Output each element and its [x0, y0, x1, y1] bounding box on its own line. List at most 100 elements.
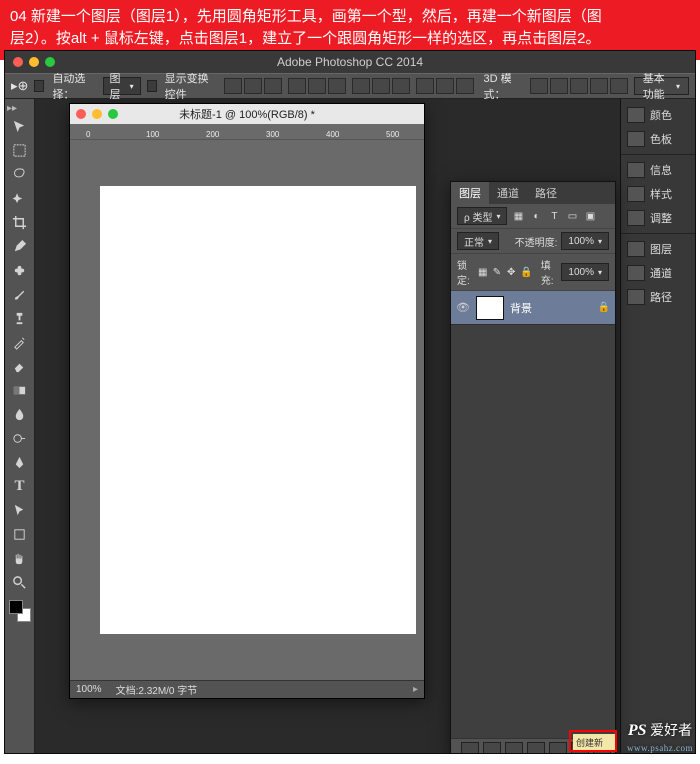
layer-mask-icon[interactable]: [505, 742, 523, 754]
orbit-icon[interactable]: [530, 78, 548, 94]
new-group-icon[interactable]: [549, 742, 567, 754]
fill-value[interactable]: 100%▾: [561, 263, 609, 281]
stamp-tool[interactable]: [8, 307, 32, 329]
foreground-color-icon[interactable]: [9, 600, 23, 614]
wm-url: www.psahz.com: [627, 743, 693, 753]
lock-pixels-icon[interactable]: ✎: [492, 265, 502, 279]
filter-adjust-icon[interactable]: ◐: [529, 209, 543, 223]
show-transform-check[interactable]: [147, 80, 157, 92]
dist-top-icon[interactable]: [352, 78, 370, 94]
dock-layers[interactable]: 图层: [621, 237, 695, 261]
new-adjustment-icon[interactable]: [527, 742, 545, 754]
align-top-icon[interactable]: [224, 78, 242, 94]
move-tool-icon: ▸⊕: [11, 78, 28, 94]
hand-tool[interactable]: [8, 547, 32, 569]
lock-all-icon[interactable]: 🔒: [520, 265, 532, 279]
tab-paths[interactable]: 路径: [527, 182, 565, 204]
dock-swatches[interactable]: 色板: [621, 127, 695, 151]
toolbox: ▸▸ T: [5, 99, 35, 753]
path-select-tool[interactable]: [8, 499, 32, 521]
align-hcenter-icon[interactable]: [308, 78, 326, 94]
canvas[interactable]: [100, 186, 416, 634]
slide-icon[interactable]: [590, 78, 608, 94]
blur-tool[interactable]: [8, 403, 32, 425]
dist-left-icon[interactable]: [416, 78, 434, 94]
toolbox-handle[interactable]: ▸▸: [5, 103, 17, 114]
blend-mode-dropdown[interactable]: 正常 ▾: [457, 232, 499, 250]
brush-tool[interactable]: [8, 283, 32, 305]
close-icon[interactable]: [13, 57, 23, 67]
swatches-icon: [627, 131, 645, 147]
zoom-value[interactable]: 100%: [76, 684, 102, 695]
doc-min-icon[interactable]: [92, 109, 102, 119]
opacity-value[interactable]: 100%▾: [561, 232, 609, 250]
layer-thumb[interactable]: [476, 296, 504, 320]
type-tool[interactable]: T: [8, 475, 32, 497]
eraser-tool[interactable]: [8, 355, 32, 377]
dist-right-icon[interactable]: [456, 78, 474, 94]
layer-item-background[interactable]: 👁 背景 🔒: [451, 291, 615, 325]
zoom-tool[interactable]: [8, 571, 32, 593]
healing-tool[interactable]: [8, 259, 32, 281]
move-tool[interactable]: [8, 115, 32, 137]
align-bottom-icon[interactable]: [264, 78, 282, 94]
doc-close-icon[interactable]: [76, 109, 86, 119]
titlebar: Adobe Photoshop CC 2014: [5, 51, 695, 73]
tab-layers[interactable]: 图层: [451, 182, 489, 204]
layer-name[interactable]: 背景: [510, 300, 532, 316]
align-left-icon[interactable]: [288, 78, 306, 94]
pan-icon[interactable]: [570, 78, 588, 94]
maximize-icon[interactable]: [45, 57, 55, 67]
tab-channels[interactable]: 通道: [489, 182, 527, 204]
options-bar: ▸⊕ 自动选择： 图层▾ 显示变换控件 3D 模式：: [5, 73, 695, 99]
status-menu-icon[interactable]: ▸: [413, 684, 418, 695]
doc-max-icon[interactable]: [108, 109, 118, 119]
info-icon: [627, 162, 645, 178]
eyedropper-tool[interactable]: [8, 235, 32, 257]
filter-type-icon[interactable]: T: [547, 209, 561, 223]
dock-adjust[interactable]: 调整: [621, 206, 695, 230]
dock-paths[interactable]: 路径: [621, 285, 695, 309]
align-right-icon[interactable]: [328, 78, 346, 94]
dock-info[interactable]: 信息: [621, 158, 695, 182]
filter-smart-icon[interactable]: ▣: [583, 209, 597, 223]
scale-icon[interactable]: [610, 78, 628, 94]
auto-select-dropdown[interactable]: 图层▾: [103, 77, 141, 95]
auto-select-check[interactable]: [34, 80, 44, 92]
dock-channels[interactable]: 通道: [621, 261, 695, 285]
wm-name: 爱好者: [647, 724, 693, 739]
ruler-horizontal[interactable]: 0100200300400500600: [70, 124, 424, 140]
layer-kind-filter[interactable]: ρ 类型 ▾: [457, 207, 507, 225]
traffic-lights: [13, 57, 55, 67]
dock-color[interactable]: 颜色: [621, 103, 695, 127]
wand-tool[interactable]: [8, 187, 32, 209]
color-well[interactable]: [9, 600, 31, 622]
app-window: Adobe Photoshop CC 2014 ▸⊕ 自动选择： 图层▾ 显示变…: [4, 50, 696, 754]
lock-transparency-icon[interactable]: ▦: [478, 265, 488, 279]
dist-hcenter-icon[interactable]: [436, 78, 454, 94]
dodge-tool[interactable]: [8, 427, 32, 449]
gradient-tool[interactable]: [8, 379, 32, 401]
dist-bottom-icon[interactable]: [392, 78, 410, 94]
document-title: 未标题-1 @ 100%(RGB/8) *: [179, 106, 315, 122]
dock-styles[interactable]: 样式: [621, 182, 695, 206]
banner-line2: 层2）。按alt + 鼠标左键，点击图层1，建立了一个跟圆角矩形一样的选区，再点…: [10, 30, 600, 47]
pen-tool[interactable]: [8, 451, 32, 473]
filter-shape-icon[interactable]: ▭: [565, 209, 579, 223]
crop-tool[interactable]: [8, 211, 32, 233]
workspace-switcher[interactable]: 基本功能 ▾: [634, 77, 689, 95]
document-titlebar[interactable]: 未标题-1 @ 100%(RGB/8) *: [70, 104, 424, 124]
history-brush-tool[interactable]: [8, 331, 32, 353]
shape-tool[interactable]: [8, 523, 32, 545]
dist-vcenter-icon[interactable]: [372, 78, 390, 94]
layer-fx-icon[interactable]: [483, 742, 501, 754]
lock-position-icon[interactable]: ✥: [506, 265, 516, 279]
filter-pixel-icon[interactable]: ▦: [511, 209, 525, 223]
lasso-tool[interactable]: [8, 163, 32, 185]
align-vcenter-icon[interactable]: [244, 78, 262, 94]
marquee-tool[interactable]: [8, 139, 32, 161]
link-layers-icon[interactable]: [461, 742, 479, 754]
minimize-icon[interactable]: [29, 57, 39, 67]
visibility-icon[interactable]: 👁: [456, 301, 470, 314]
roll-icon[interactable]: [550, 78, 568, 94]
